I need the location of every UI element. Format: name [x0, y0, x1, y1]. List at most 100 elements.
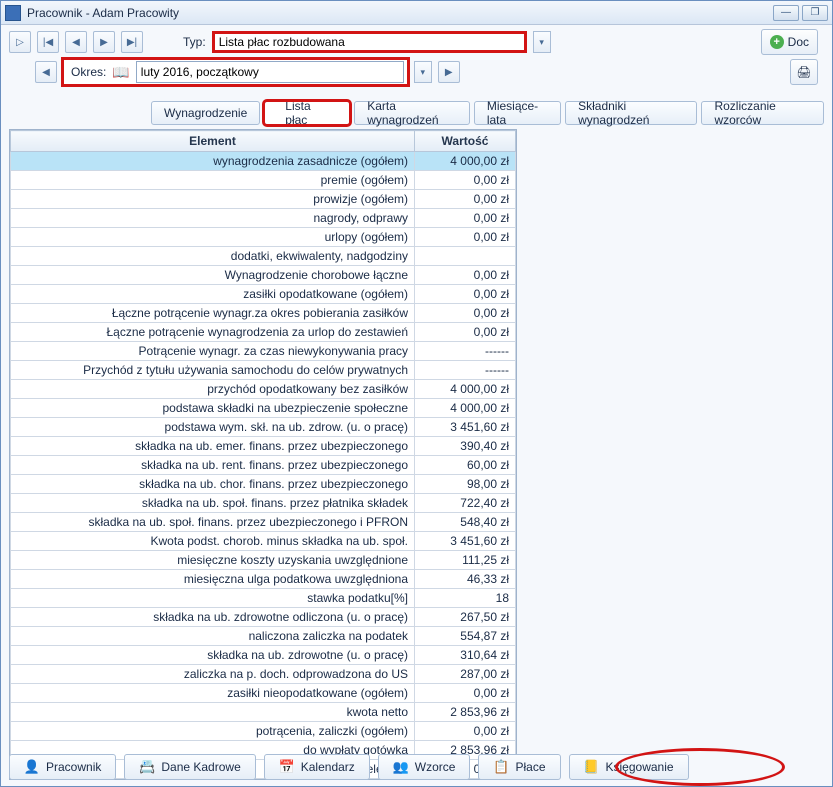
table-row[interactable]: kwota netto2 853,96 zł: [11, 703, 516, 722]
add-document-button[interactable]: + Doc: [761, 29, 818, 55]
table-row[interactable]: potrącenia, zaliczki (ogółem)0,00 zł: [11, 722, 516, 741]
cell-element: premie (ogółem): [11, 171, 415, 190]
table-row[interactable]: zaliczka na p. doch. odprowadzona do US2…: [11, 665, 516, 684]
typ-combo-dropdown[interactable]: ▾: [533, 31, 551, 53]
cell-value: 548,40 zł: [415, 513, 516, 532]
nav-last-button[interactable]: ▶|: [121, 31, 143, 53]
nav-first-button[interactable]: |◀: [37, 31, 59, 53]
tab-karta-wynagrodzen[interactable]: Karta wynagrodzeń: [354, 101, 470, 125]
table-row[interactable]: przychód opodatkowany bez zasiłków4 000,…: [11, 380, 516, 399]
table-row[interactable]: podstawa składki na ubezpieczenie społec…: [11, 399, 516, 418]
okres-label: Okres:: [71, 65, 106, 79]
bottom-tab-place[interactable]: 📋 Płace: [478, 754, 560, 780]
table-row[interactable]: zasiłki opodatkowane (ogółem)0,00 zł: [11, 285, 516, 304]
table-row[interactable]: miesięczne koszty uzyskania uwzględnione…: [11, 551, 516, 570]
cell-value: 0,00 zł: [415, 722, 516, 741]
table-row[interactable]: urlopy (ogółem)0,00 zł: [11, 228, 516, 247]
okres-combo-dropdown[interactable]: ▾: [414, 61, 432, 83]
table-row[interactable]: naliczona zaliczka na podatek554,87 zł: [11, 627, 516, 646]
table-row[interactable]: podstawa wym. skł. na ub. zdrow. (u. o p…: [11, 418, 516, 437]
nav-prev-button[interactable]: ◀: [65, 31, 87, 53]
cell-element: Przychód z tytułu używania samochodu do …: [11, 361, 415, 380]
table-row[interactable]: składka na ub. zdrowotne odliczona (u. o…: [11, 608, 516, 627]
table-row[interactable]: składka na ub. rent. finans. przez ubezp…: [11, 456, 516, 475]
restore-button[interactable]: ❐: [802, 5, 828, 21]
table-row[interactable]: Łączne potrącenie wynagr.za okres pobier…: [11, 304, 516, 323]
typ-combo-value: Lista płac rozbudowana: [219, 35, 345, 49]
bottom-tab-ksiegowanie[interactable]: 📒 Księgowanie: [569, 754, 689, 780]
cell-value: 554,87 zł: [415, 627, 516, 646]
cell-element: podstawa wym. skł. na ub. zdrow. (u. o p…: [11, 418, 415, 437]
tab-skladniki-wynagrodzen[interactable]: Składniki wynagrodzeń: [565, 101, 697, 125]
group-icon: 👥: [393, 759, 409, 775]
table-row[interactable]: składka na ub. zdrowotne (u. o pracę)310…: [11, 646, 516, 665]
table-row[interactable]: miesięczna ulga podatkowa uwzględniona46…: [11, 570, 516, 589]
table-row[interactable]: prowizje (ogółem)0,00 zł: [11, 190, 516, 209]
cell-value: 4 000,00 zł: [415, 399, 516, 418]
table-row[interactable]: Kwota podst. chorob. minus składka na ub…: [11, 532, 516, 551]
table-row[interactable]: składka na ub. społ. finans. przez ubezp…: [11, 513, 516, 532]
okres-next-button[interactable]: ▶: [438, 61, 460, 83]
cell-value: 310,64 zł: [415, 646, 516, 665]
cell-value: 3 451,60 zł: [415, 532, 516, 551]
cell-value: ------: [415, 342, 516, 361]
cell-element: Potrącenie wynagr. za czas niewykonywani…: [11, 342, 415, 361]
cell-value: [415, 247, 516, 266]
cell-element: dodatki, ekwiwalenty, nadgodziny: [11, 247, 415, 266]
bottom-tab-wzorce[interactable]: 👥 Wzorce: [378, 754, 471, 780]
cell-element: miesięczna ulga podatkowa uwzględniona: [11, 570, 415, 589]
okres-prev-button[interactable]: ◀: [35, 61, 57, 83]
okres-combo-value: luty 2016, początkowy: [141, 65, 259, 79]
bottom-tab-pracownik[interactable]: 👤 Pracownik: [9, 754, 116, 780]
table-row[interactable]: Przychód z tytułu używania samochodu do …: [11, 361, 516, 380]
cell-element: przychód opodatkowany bez zasiłków: [11, 380, 415, 399]
tabs-row: Wynagrodzenie Lista płac Karta wynagrodz…: [1, 101, 832, 125]
table-row[interactable]: składka na ub. emer. finans. przez ubezp…: [11, 437, 516, 456]
table-row[interactable]: Łączne potrącenie wynagrodzenia za urlop…: [11, 323, 516, 342]
table-row[interactable]: nagrody, odprawy0,00 zł: [11, 209, 516, 228]
book-icon[interactable]: 📖: [112, 64, 129, 81]
cell-value: ------: [415, 361, 516, 380]
bottom-tab-label: Kalendarz: [301, 760, 355, 774]
tab-miesiace-lata[interactable]: Miesiące-lata: [474, 101, 561, 125]
bottom-tab-label: Księgowanie: [606, 760, 674, 774]
printer-icon: 🖨: [796, 65, 811, 79]
nav-play-button[interactable]: ▷: [9, 31, 31, 53]
table-row[interactable]: premie (ogółem)0,00 zł: [11, 171, 516, 190]
tab-wynagrodzenie[interactable]: Wynagrodzenie: [151, 101, 260, 125]
table-row[interactable]: składka na ub. chor. finans. przez ubezp…: [11, 475, 516, 494]
plus-icon: +: [770, 35, 784, 49]
cell-value: 287,00 zł: [415, 665, 516, 684]
table-row[interactable]: Wynagrodzenie chorobowe łączne0,00 zł: [11, 266, 516, 285]
cell-element: Kwota podst. chorob. minus składka na ub…: [11, 532, 415, 551]
table-row[interactable]: dodatki, ekwiwalenty, nadgodziny: [11, 247, 516, 266]
table-row[interactable]: wynagrodzenia zasadnicze (ogółem)4 000,0…: [11, 152, 516, 171]
nav-next-button[interactable]: ▶: [93, 31, 115, 53]
cell-value: 3 451,60 zł: [415, 418, 516, 437]
table-row[interactable]: składka na ub. społ. finans. przez płatn…: [11, 494, 516, 513]
tab-rozliczanie-wzorcow[interactable]: Rozliczanie wzorców: [701, 101, 824, 125]
print-button[interactable]: 🖨: [790, 59, 818, 85]
cell-element: składka na ub. rent. finans. przez ubezp…: [11, 456, 415, 475]
cell-value: 0,00 zł: [415, 285, 516, 304]
cell-element: Łączne potrącenie wynagrodzenia za urlop…: [11, 323, 415, 342]
bottom-tab-kalendarz[interactable]: 📅 Kalendarz: [264, 754, 370, 780]
bottom-tab-dane-kadrowe[interactable]: 📇 Dane Kadrowe: [124, 754, 255, 780]
column-header-element[interactable]: Element: [11, 131, 415, 152]
data-table: Element Wartość wynagrodzenia zasadnicze…: [10, 130, 516, 779]
cell-value: 0,00 zł: [415, 209, 516, 228]
table-row[interactable]: Potrącenie wynagr. za czas niewykonywani…: [11, 342, 516, 361]
minimize-button[interactable]: —: [773, 5, 799, 21]
table-row[interactable]: zasiłki nieopodatkowane (ogółem)0,00 zł: [11, 684, 516, 703]
table-row[interactable]: stawka podatku[%]18: [11, 589, 516, 608]
typ-combo[interactable]: Lista płac rozbudowana: [212, 31, 527, 53]
cell-element: urlopy (ogółem): [11, 228, 415, 247]
tab-lista-plac[interactable]: Lista płac: [264, 101, 350, 125]
cell-value: 0,00 zł: [415, 323, 516, 342]
cell-value: 0,00 zł: [415, 190, 516, 209]
okres-combo[interactable]: luty 2016, początkowy: [136, 61, 404, 83]
cell-value: 0,00 zł: [415, 266, 516, 285]
cell-element: składka na ub. społ. finans. przez płatn…: [11, 494, 415, 513]
cell-value: 111,25 zł: [415, 551, 516, 570]
column-header-value[interactable]: Wartość: [415, 131, 516, 152]
